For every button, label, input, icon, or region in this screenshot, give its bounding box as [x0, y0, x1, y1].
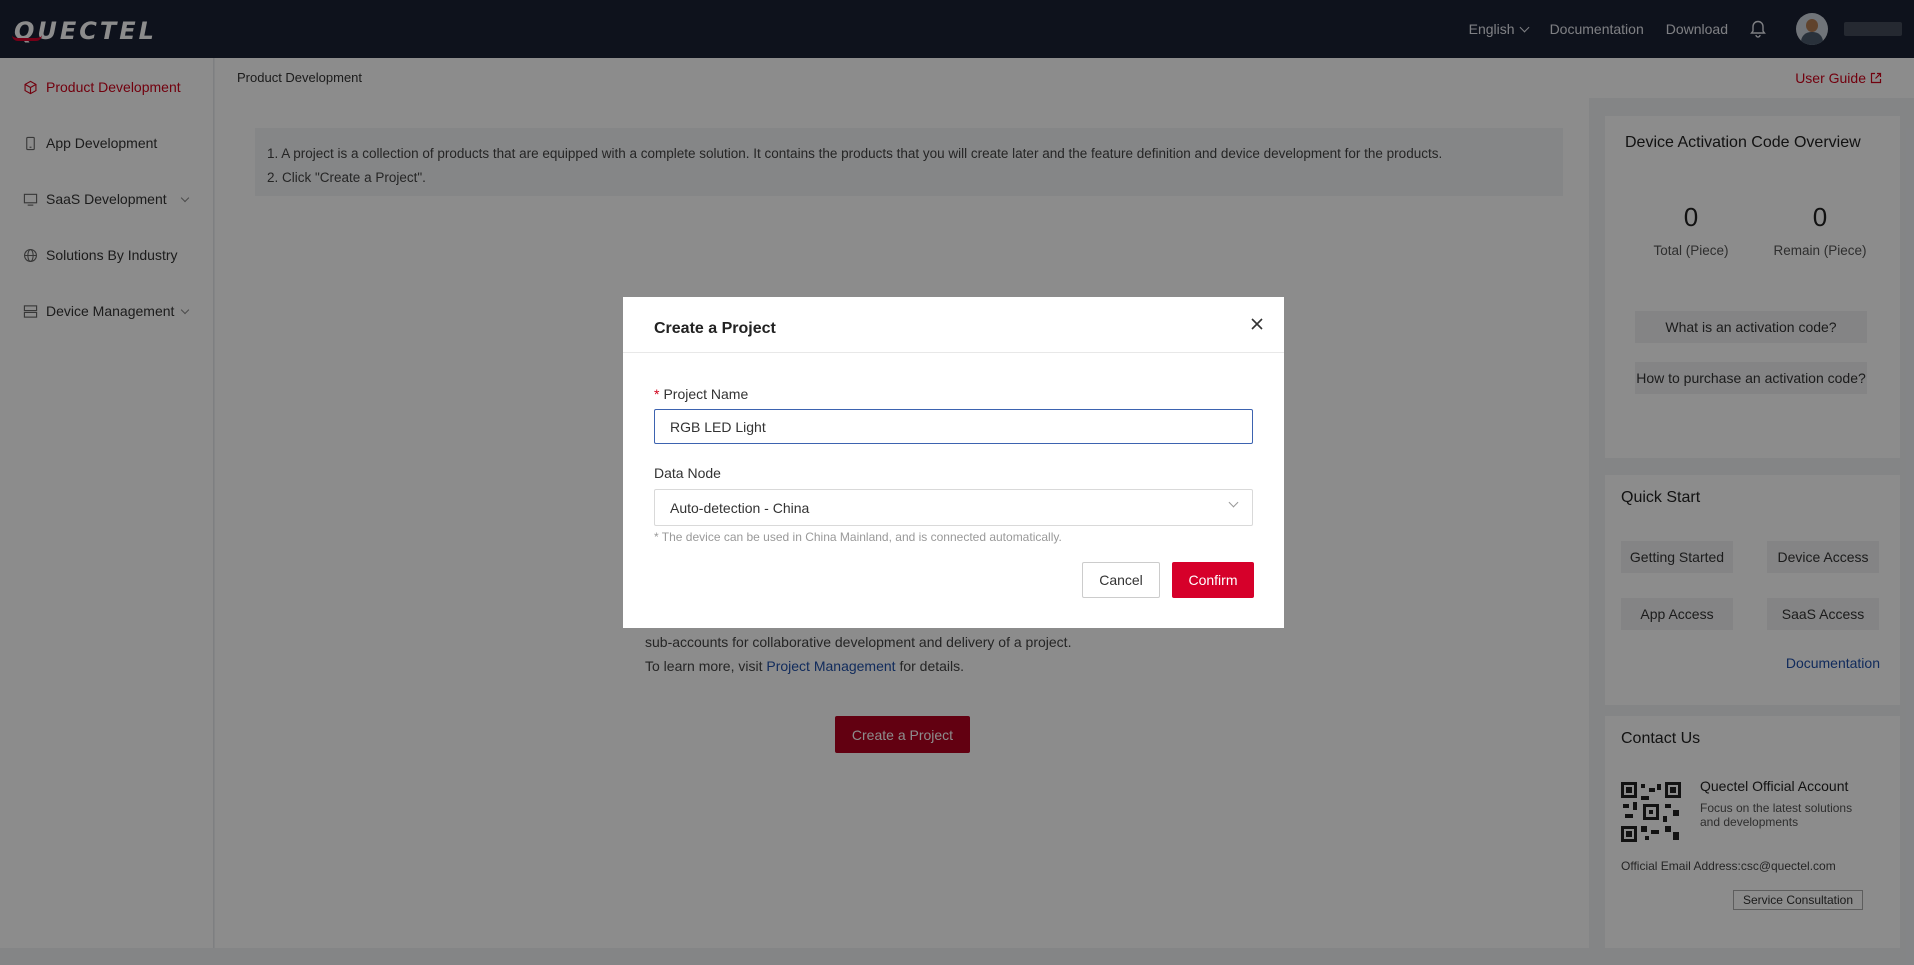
- project-name-input[interactable]: [654, 409, 1253, 444]
- project-name-label-text: Project Name: [663, 386, 749, 402]
- project-name-label: * Project Name: [654, 386, 749, 402]
- create-project-dialog: Create a Project *Project Name Data Node…: [623, 297, 1284, 628]
- dialog-header: Create a Project: [623, 297, 1284, 353]
- data-node-label: Data Node: [654, 465, 721, 481]
- close-icon[interactable]: [1250, 317, 1264, 331]
- data-node-value: Auto-detection - China: [670, 499, 810, 516]
- data-node-select[interactable]: Auto-detection - China: [654, 489, 1253, 526]
- cancel-button[interactable]: Cancel: [1082, 562, 1160, 598]
- data-node-hint: * The device can be used in China Mainla…: [654, 530, 1062, 544]
- confirm-button[interactable]: Confirm: [1172, 562, 1254, 598]
- chevron-down-icon: [1228, 497, 1239, 508]
- dialog-title: Create a Project: [654, 320, 776, 337]
